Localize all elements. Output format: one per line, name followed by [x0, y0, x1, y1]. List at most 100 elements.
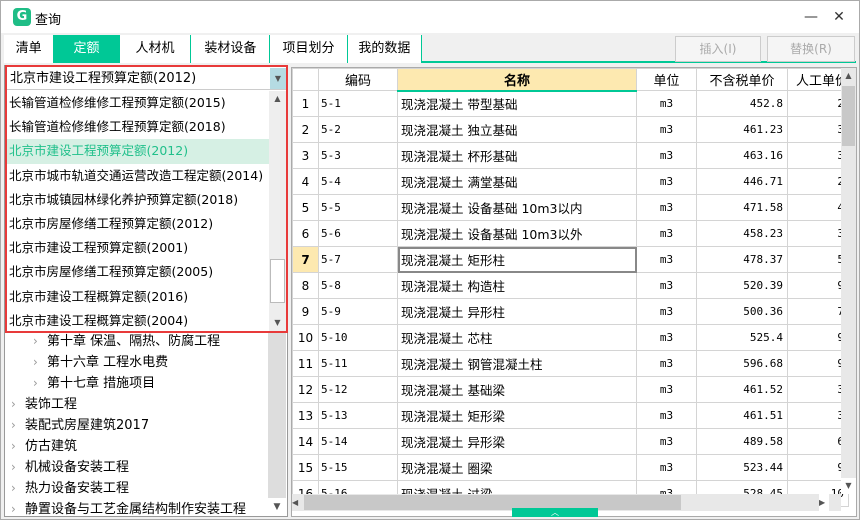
table-row[interactable]: 155-15现浇混凝土 圈梁m3523.449	[292, 454, 850, 481]
dropdown-option[interactable]: 北京市建设工程预算定额(2012)	[7, 139, 269, 164]
name-cell[interactable]: 现浇混凝土 构造柱	[397, 272, 637, 299]
price-cell[interactable]: 500.36	[696, 298, 788, 325]
tab-5[interactable]: 我的数据	[347, 35, 422, 63]
labor-cell[interactable]: 3	[786, 220, 850, 247]
table-row[interactable]: 55-5现浇混凝土 设备基础 10m3以内m3471.584	[292, 194, 850, 221]
dropdown-option[interactable]: 北京市建设工程概算定额(2016)	[7, 285, 269, 309]
unit-cell[interactable]: m3	[636, 350, 697, 377]
unit-cell[interactable]: m3	[636, 194, 697, 221]
name-cell[interactable]: 现浇混凝土 异形柱	[397, 298, 637, 325]
code-cell[interactable]: 5-9	[318, 298, 398, 325]
code-cell[interactable]: 5-13	[318, 402, 398, 429]
labor-cell[interactable]: 3	[786, 116, 850, 143]
table-row[interactable]: 65-6现浇混凝土 设备基础 10m3以外m3458.233	[292, 220, 850, 247]
tree-item[interactable]: › 机械设备安装工程	[5, 457, 267, 478]
table-row[interactable]: 35-3现浇混凝土 杯形基础m3463.163	[292, 142, 850, 169]
scroll-left-icon[interactable]: ◀	[292, 494, 302, 511]
code-cell[interactable]: 5-15	[318, 454, 398, 481]
price-cell[interactable]: 461.51	[696, 402, 788, 429]
price-cell[interactable]: 520.39	[696, 272, 788, 299]
labor-cell[interactable]: 2	[786, 168, 850, 195]
labor-cell[interactable]: 4	[786, 194, 850, 221]
name-cell[interactable]: 现浇混凝土 带型基础	[397, 90, 637, 117]
unit-cell[interactable]: m3	[636, 142, 697, 169]
table-row[interactable]: 85-8现浇混凝土 构造柱m3520.399	[292, 272, 850, 299]
header-name[interactable]: 名称	[397, 68, 637, 92]
table-row[interactable]: 95-9现浇混凝土 异形柱m3500.367	[292, 298, 850, 325]
chevron-right-icon[interactable]: ›	[11, 415, 25, 436]
dropdown-option[interactable]: 北京市建设工程概算定额(2004)	[7, 309, 269, 333]
table-row[interactable]: 15-1现浇混凝土 带型基础m3452.82	[292, 90, 850, 117]
name-cell[interactable]: 现浇混凝土 异形梁	[397, 428, 637, 455]
scroll-down-icon[interactable]: ▼	[269, 315, 286, 331]
price-cell[interactable]: 596.68	[696, 350, 788, 377]
name-cell[interactable]: 现浇混凝土 基础梁	[397, 376, 637, 403]
labor-cell[interactable]: 9	[786, 272, 850, 299]
price-cell[interactable]: 461.52	[696, 376, 788, 403]
labor-cell[interactable]: 7	[786, 298, 850, 325]
name-cell[interactable]: 现浇混凝土 芯柱	[397, 324, 637, 351]
minimize-button[interactable]: —	[801, 7, 821, 27]
unit-cell[interactable]: m3	[636, 376, 697, 403]
name-cell[interactable]: 现浇混凝土 设备基础 10m3以内	[397, 194, 637, 221]
table-row[interactable]: 135-13现浇混凝土 矩形梁m3461.513	[292, 402, 850, 429]
dropdown-option[interactable]: 长输管道检修维修工程预算定额(2018)	[7, 115, 269, 139]
dropdown-option[interactable]: 北京市城市轨道交通运营改造工程定额(2014)	[7, 164, 269, 188]
price-cell[interactable]: 525.4	[696, 324, 788, 351]
tree-item[interactable]: › 第十六章 工程水电费	[5, 352, 267, 373]
quota-library-dropdown[interactable]: 北京市建设工程预算定额(2012) ▼ 长输管道检修维修工程预算定额(2015)…	[5, 65, 288, 333]
table-row[interactable]: 145-14现浇混凝土 异形梁m3489.586	[292, 428, 850, 455]
header-price[interactable]: 不含税单价	[696, 68, 788, 91]
price-cell[interactable]: 458.23	[696, 220, 788, 247]
header-code[interactable]: 编码	[318, 68, 398, 91]
name-cell[interactable]: 现浇混凝土 钢管混凝土柱	[397, 350, 637, 377]
tree-item[interactable]: › 热力设备安装工程	[5, 478, 267, 499]
name-cell[interactable]: 现浇混凝土 杯形基础	[397, 142, 637, 169]
unit-cell[interactable]: m3	[636, 168, 697, 195]
dropdown-option[interactable]: 北京市城镇园林绿化养护预算定额(2018)	[7, 188, 269, 212]
horizontal-scroll-thumb[interactable]	[304, 495, 681, 510]
chevron-right-icon[interactable]: ›	[11, 457, 25, 478]
code-cell[interactable]: 5-7	[318, 246, 398, 273]
price-cell[interactable]: 478.37	[696, 246, 788, 273]
expand-panel-button[interactable]: ︿	[512, 508, 598, 517]
table-row[interactable]: 105-10现浇混凝土 芯柱m3525.49	[292, 324, 850, 351]
code-cell[interactable]: 5-2	[318, 116, 398, 143]
tree-scrollbar[interactable]: ▼	[268, 331, 286, 516]
chevron-down-icon[interactable]: ▼	[270, 68, 286, 89]
price-cell[interactable]: 461.23	[696, 116, 788, 143]
labor-cell[interactable]: 3	[786, 142, 850, 169]
chevron-right-icon[interactable]: ›	[11, 436, 25, 457]
dropdown-option[interactable]: 北京市房屋修缮工程预算定额(2012)	[7, 212, 269, 236]
labor-cell[interactable]: 3	[786, 376, 850, 403]
unit-cell[interactable]: m3	[636, 324, 697, 351]
tree-item[interactable]: › 静置设备与工艺金属结构制作安装工程	[5, 499, 267, 516]
dropdown-scroll-thumb[interactable]	[270, 259, 285, 303]
chevron-right-icon[interactable]: ›	[11, 478, 25, 499]
price-cell[interactable]: 471.58	[696, 194, 788, 221]
unit-cell[interactable]: m3	[636, 116, 697, 143]
name-cell[interactable]: 现浇混凝土 圈梁	[397, 454, 637, 481]
dropdown-option[interactable]: 北京市房屋修缮工程预算定额(2005)	[7, 260, 269, 284]
name-cell[interactable]: 现浇混凝土 设备基础 10m3以外	[397, 220, 637, 247]
insert-button[interactable]: 插入(I)	[675, 36, 761, 62]
quota-library-select[interactable]: 北京市建设工程预算定额(2012) ▼	[7, 67, 286, 90]
scroll-down-icon[interactable]: ▼	[841, 478, 856, 494]
name-cell[interactable]: 现浇混凝土 矩形柱	[397, 246, 637, 273]
unit-cell[interactable]: m3	[636, 220, 697, 247]
code-cell[interactable]: 5-11	[318, 350, 398, 377]
chevron-right-icon[interactable]: ›	[33, 373, 47, 394]
price-cell[interactable]: 446.71	[696, 168, 788, 195]
chevron-right-icon[interactable]: ›	[33, 331, 47, 352]
code-cell[interactable]: 5-14	[318, 428, 398, 455]
table-row[interactable]: 115-11现浇混凝土 钢管混凝土柱m3596.689	[292, 350, 850, 377]
tree-item[interactable]: › 装饰工程	[5, 394, 267, 415]
labor-cell[interactable]: 9	[786, 454, 850, 481]
labor-cell[interactable]: 3	[786, 402, 850, 429]
tab-0[interactable]: 清单	[4, 35, 55, 63]
tree-item[interactable]: › 装配式房屋建筑2017	[5, 415, 267, 436]
dropdown-option[interactable]: 长输管道检修维修工程预算定额(2015)	[7, 91, 269, 115]
price-cell[interactable]: 463.16	[696, 142, 788, 169]
vertical-scroll-thumb[interactable]	[842, 86, 855, 146]
unit-cell[interactable]: m3	[636, 428, 697, 455]
